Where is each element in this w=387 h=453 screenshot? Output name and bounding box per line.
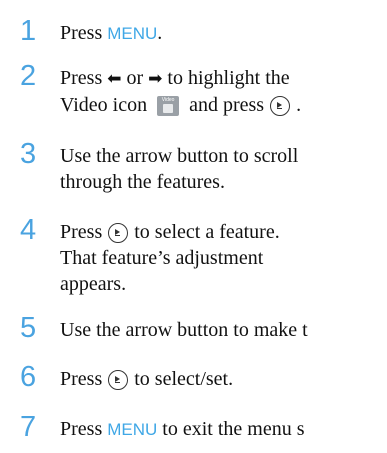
step-text: Press MENU. <box>60 22 163 44</box>
video-icon: Video <box>157 96 180 117</box>
step-text: Use the arrow button to make t <box>60 319 308 341</box>
instruction-steps: 1 Press MENU. 2 Press ⬅ or ➡ to highligh… <box>0 0 387 453</box>
menu-key-label: MENU <box>107 420 158 439</box>
step-text: Press MENU to exit the menu s <box>60 418 305 440</box>
step-number: 3 <box>20 138 37 170</box>
step-number: 1 <box>20 15 37 47</box>
step-text: Press to select/set. <box>60 368 234 391</box>
center-button-icon <box>270 96 291 117</box>
right-arrow-icon: ➡ <box>148 69 163 89</box>
step-number: 4 <box>20 214 37 246</box>
step-text: Press to select a feature. That feature’s… <box>60 221 280 295</box>
step-number: 5 <box>20 312 37 344</box>
step-number: 7 <box>20 411 37 443</box>
step-text: Use the arrow button to scroll through t… <box>60 145 299 193</box>
menu-key-label: MENU <box>107 24 158 43</box>
center-button-icon <box>108 370 129 391</box>
step-number: 6 <box>20 361 37 393</box>
center-button-icon <box>108 223 129 244</box>
step-number: 2 <box>20 60 37 92</box>
step-text: Press ⬅ or ➡ to highlight the Video icon… <box>60 67 302 117</box>
left-arrow-icon: ⬅ <box>107 69 122 89</box>
